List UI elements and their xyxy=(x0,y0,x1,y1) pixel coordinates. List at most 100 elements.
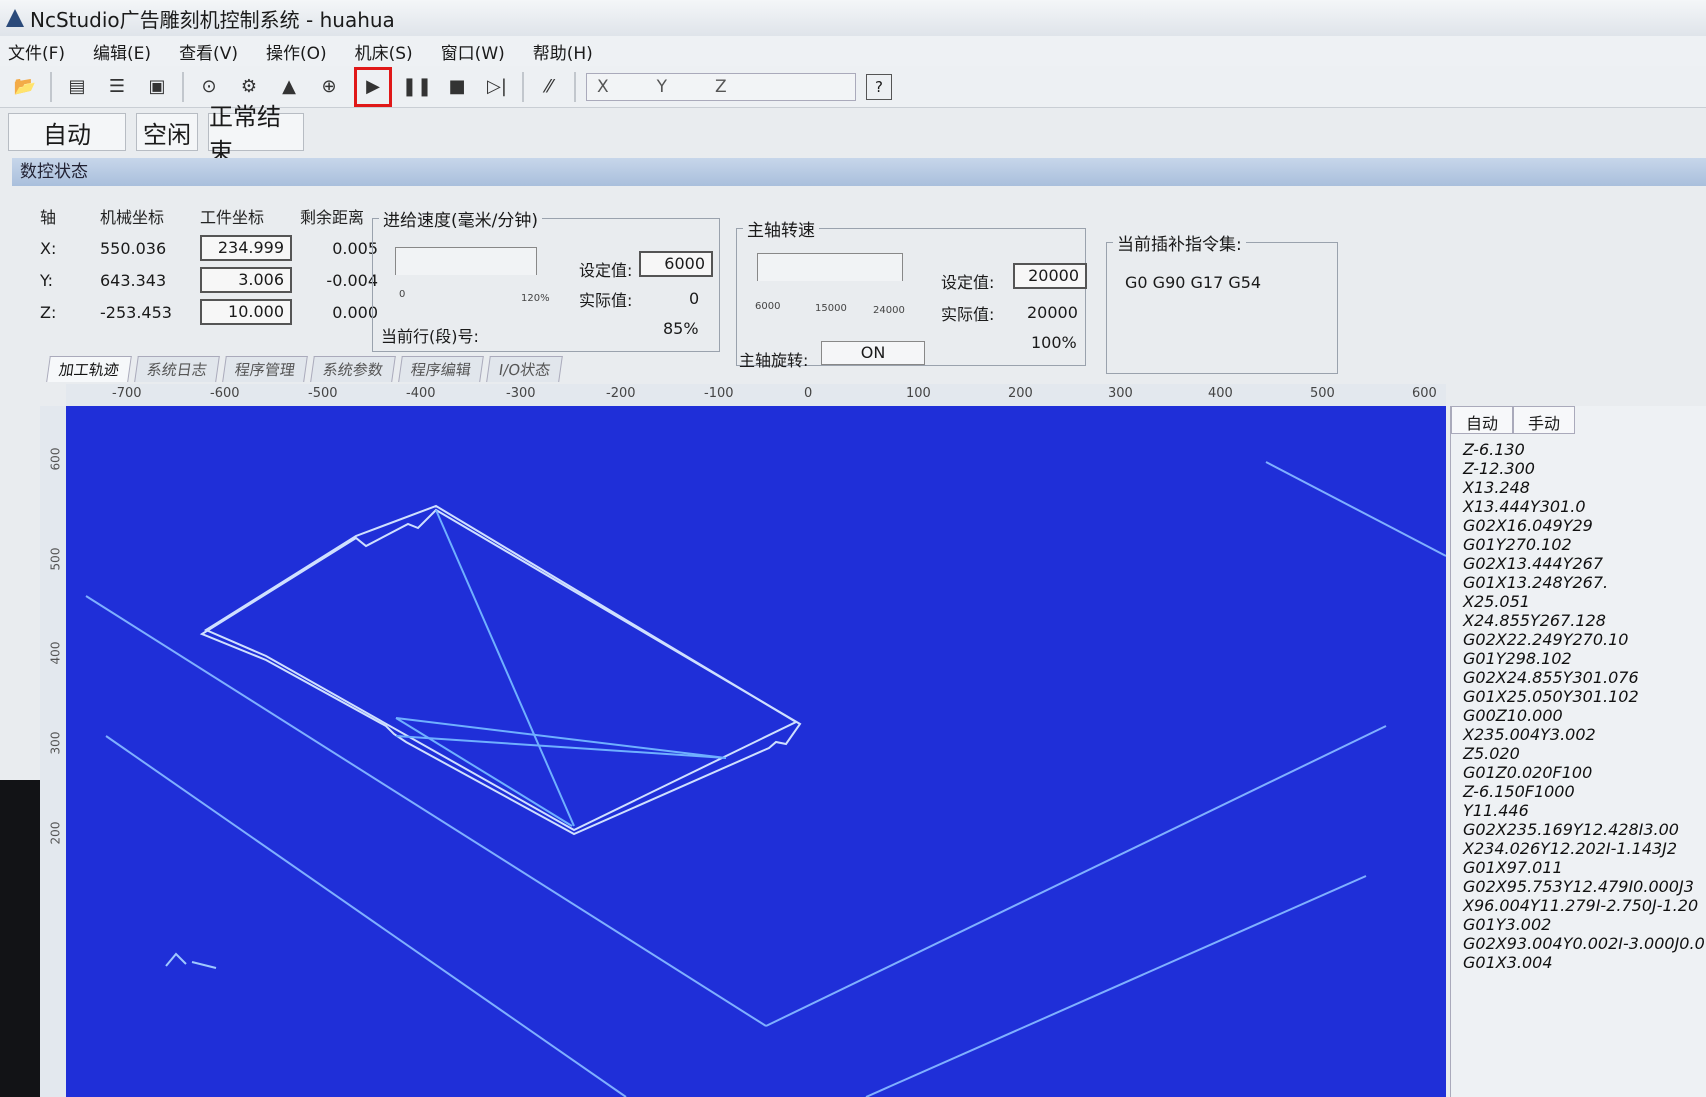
tab-system-params[interactable]: 系统参数 xyxy=(310,356,396,382)
window-title: NcStudio广告雕刻机控制系统 - huahua xyxy=(30,7,395,32)
gcode-list[interactable]: Z-6.130 Z-12.300 X13.248 X13.444Y301.0 G… xyxy=(1451,434,1706,972)
gcode-panel: 自动 手动 Z-6.130 Z-12.300 X13.248 X13.444Y3… xyxy=(1450,406,1706,1097)
machine-coord: -253.453 xyxy=(100,302,172,322)
gcode-line: G01X97.011 xyxy=(1463,858,1563,877)
feed-slider[interactable] xyxy=(395,247,537,275)
ruler-tick: 100 xyxy=(906,386,931,401)
section-title: 数控状态 xyxy=(12,158,1706,186)
gcode-line: X13.444Y301.0 xyxy=(1463,497,1586,516)
toolbar-separator xyxy=(522,71,524,102)
gcode-line: G02X235.169Y12.428I3.00 xyxy=(1463,820,1679,839)
work-coord-field[interactable]: 234.999 xyxy=(200,235,292,261)
ruler-tick: -100 xyxy=(704,386,734,401)
spindle-tick: 15000 xyxy=(815,303,847,314)
tab-auto[interactable]: 自动 xyxy=(1451,406,1514,434)
toolbar-separator xyxy=(182,71,184,102)
menu-window[interactable]: 窗口(W) xyxy=(441,39,505,64)
feed-set-label: 设定值: xyxy=(579,261,633,280)
menu-edit[interactable]: 编辑(E) xyxy=(93,39,151,64)
status-bar: 自动 空闲 正常结束 xyxy=(0,103,1706,166)
menu-operate[interactable]: 操作(O) xyxy=(266,39,327,64)
ruler-tick: 600 xyxy=(48,447,63,471)
axis-table: 轴 机械坐标 工件坐标 剩余距离 X: 550.036 234.999 0.00… xyxy=(40,200,390,328)
feed-actual-value: 0 xyxy=(689,289,700,308)
help-icon[interactable]: ? xyxy=(866,73,892,100)
step-icon[interactable]: ▷| xyxy=(482,72,512,102)
gcode-line: X24.855Y267.128 xyxy=(1463,611,1606,630)
spindle-speed-group: 主轴转速 6000 15000 24000 设定值: 20000 实际值: 20… xyxy=(736,216,1087,370)
toolbar-separator xyxy=(574,71,576,102)
gcode-line: G02X95.753Y12.479I0.000J3 xyxy=(1463,877,1694,896)
tab-program-manager[interactable]: 程序管理 xyxy=(222,356,308,382)
title-bar: NcStudio广告雕刻机控制系统 - huahua xyxy=(0,0,1706,36)
header-axis: 轴 xyxy=(40,208,57,227)
feed-tick-max: 120% xyxy=(521,293,550,304)
coord-y-label: Y xyxy=(656,76,668,97)
axis-label: X: xyxy=(40,238,57,258)
gcode-line: G01Y298.102 xyxy=(1463,649,1572,668)
spindle-actual-label: 实际值: xyxy=(941,305,995,324)
ruler-tick: 300 xyxy=(1108,386,1133,401)
gcode-line: Z-12.300 xyxy=(1463,459,1535,478)
rapid-move xyxy=(395,735,727,759)
open-file-icon[interactable]: 📂 xyxy=(10,72,40,102)
window-icon[interactable]: ▣ xyxy=(142,72,172,102)
feed-set-field[interactable]: 6000 xyxy=(639,251,713,277)
gcode-line: G01X25.050Y301.102 xyxy=(1463,687,1639,706)
gcode-line: G02X22.249Y270.10 xyxy=(1463,630,1629,649)
coord-input[interactable]: X Y Z xyxy=(586,72,856,101)
interp-group: 当前插补指令集: G0 G90 G17 G54 xyxy=(1106,230,1338,374)
part-outline xyxy=(199,508,802,836)
pause-icon[interactable]: ❚❚ xyxy=(402,72,432,102)
menu-view[interactable]: 查看(V) xyxy=(179,39,238,64)
interp-value: G0 G90 G17 G54 xyxy=(1125,273,1262,292)
ruler-tick: -500 xyxy=(308,386,338,401)
axis-indicator-icon xyxy=(165,952,187,967)
toolpath-drawing xyxy=(85,461,1446,1097)
ruler-tick: -200 xyxy=(606,386,636,401)
list-icon[interactable]: ☰ xyxy=(102,72,132,102)
spindle-legend: 主轴转速 xyxy=(747,221,815,241)
mode-status: 自动 xyxy=(8,113,126,151)
ruler-tick: 400 xyxy=(1208,386,1233,401)
toolpath-viewport[interactable] xyxy=(66,406,1446,1097)
breakpoint-icon[interactable]: ⁄⁄ xyxy=(534,72,564,102)
spindle-percent: 100% xyxy=(1031,333,1077,352)
gcode-line: X96.004Y11.279I-2.750J-1.20 xyxy=(1463,896,1699,915)
menu-file[interactable]: 文件(F) xyxy=(8,39,65,64)
work-table-edge xyxy=(105,735,627,1097)
axis-header: 轴 机械坐标 工件坐标 剩余距离 xyxy=(40,200,390,232)
app-icon xyxy=(6,9,24,27)
tab-io-status[interactable]: I/O状态 xyxy=(486,356,564,382)
print-preview-icon[interactable]: ▤ xyxy=(62,72,92,102)
work-coord-field[interactable]: 10.000 xyxy=(200,299,292,325)
ruler-tick: 500 xyxy=(1310,386,1335,401)
header-machine: 机械坐标 xyxy=(100,208,165,227)
menu-help[interactable]: 帮助(H) xyxy=(533,39,593,64)
gcode-line: Y11.446 xyxy=(1463,801,1529,820)
gcode-line: X13.248 xyxy=(1463,478,1530,497)
work-table-edge xyxy=(85,595,767,1027)
machine-coord: 643.343 xyxy=(100,270,167,290)
feed-actual-label: 实际值: xyxy=(579,291,633,310)
machine-coord: 550.036 xyxy=(100,238,167,258)
spindle-rotate-value[interactable]: ON xyxy=(821,341,925,365)
gcode-line: G02X13.444Y267 xyxy=(1463,554,1604,573)
gcode-line: G02X93.004Y0.002I-3.000J0.0 xyxy=(1463,934,1705,953)
tab-toolpath[interactable]: 加工轨迹 xyxy=(46,356,132,382)
spindle-set-field[interactable]: 20000 xyxy=(1013,263,1087,289)
work-coord-field[interactable]: 3.006 xyxy=(200,267,292,293)
spindle-slider[interactable] xyxy=(757,253,903,281)
ruler-tick: 200 xyxy=(1008,386,1033,401)
tab-program-editor[interactable]: 程序编辑 xyxy=(398,356,484,382)
stop-icon[interactable]: ■ xyxy=(442,72,472,102)
start-icon[interactable]: ▶ xyxy=(354,66,392,107)
spindle-set-label: 设定值: xyxy=(941,273,995,292)
tab-manual[interactable]: 手动 xyxy=(1513,406,1576,434)
work-table-edge xyxy=(1265,461,1446,557)
menu-machine[interactable]: 机床(S) xyxy=(355,39,413,64)
set-origin-icon[interactable]: ⊕ xyxy=(314,72,344,102)
tab-system-log[interactable]: 系统日志 xyxy=(134,356,220,382)
gcode-line: G01Y270.102 xyxy=(1463,535,1572,554)
feed-legend: 进给速度(毫米/分钟) xyxy=(383,211,538,231)
